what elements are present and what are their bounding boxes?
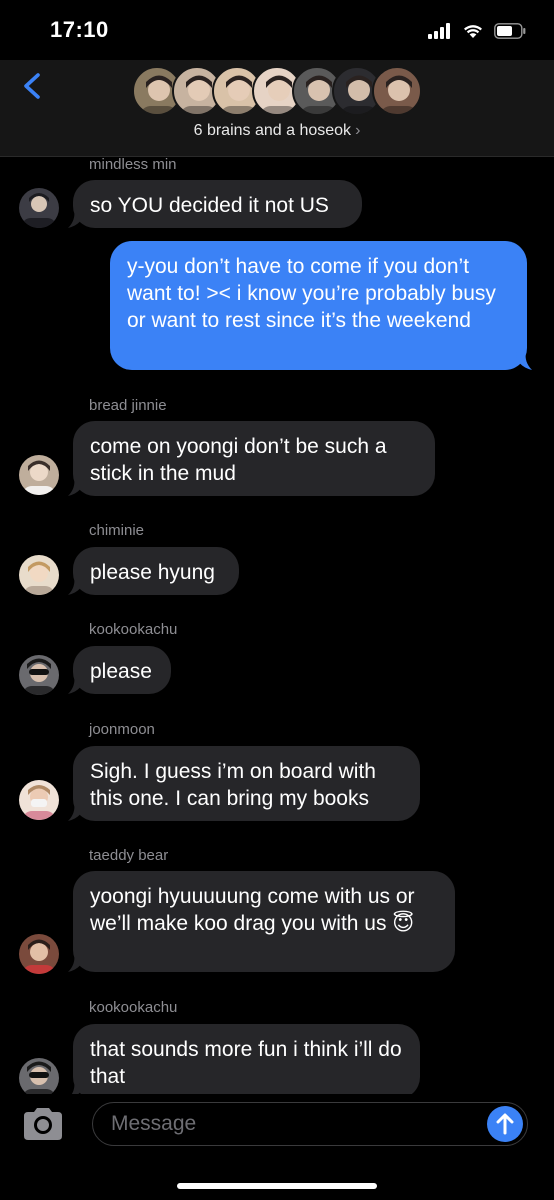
incoming-message-bubble[interactable]: so YOU decided it not US [68, 180, 362, 228]
send-button[interactable] [487, 1106, 523, 1142]
sender-name: chiminie [89, 522, 145, 539]
incoming-message-bubble[interactable]: please hyung [68, 547, 239, 595]
sender-name: mindless min [89, 156, 177, 173]
message-text: Sigh. I guess i’m on board with this one… [90, 760, 376, 810]
arrow-up-icon [496, 1113, 514, 1135]
message-text: come on yoongi don’t be such a stick in … [90, 435, 387, 485]
sender-name: kookookachu [89, 999, 178, 1016]
incoming-message-bubble[interactable]: Sigh. I guess i’m on board with this one… [68, 746, 420, 821]
status-bar: 17:10 [0, 0, 554, 60]
sender-name: taeddy bear [89, 847, 169, 864]
avatar [19, 455, 59, 495]
incoming-message-bubble[interactable]: that sounds more fun i think i’ll do tha… [68, 1024, 420, 1099]
avatar [19, 555, 59, 595]
camera-button[interactable] [20, 1106, 66, 1142]
chevron-right-icon: › [355, 122, 361, 139]
group-avatars[interactable] [132, 66, 424, 118]
group-title[interactable]: 6 brains and a hoseok › [0, 122, 554, 140]
message-text: please hyung [90, 561, 215, 584]
avatar [19, 188, 59, 228]
message-text: please [90, 660, 152, 683]
sender-name: joonmoon [89, 721, 155, 738]
incoming-message-bubble[interactable]: please [68, 646, 171, 694]
chevron-left-icon [24, 73, 40, 99]
status-icons [428, 21, 526, 41]
wifi-icon [464, 25, 482, 38]
home-indicator [177, 1183, 377, 1189]
incoming-message-bubble[interactable]: come on yoongi don’t be such a stick in … [68, 421, 435, 496]
message-text: that sounds more fun i think i’ll do tha… [90, 1038, 402, 1088]
cellular-signal-icon [428, 23, 450, 39]
sender-name: bread jinnie [89, 397, 167, 414]
message-input[interactable] [92, 1102, 528, 1146]
message-text: y-you don’t have to come if you don’t wa… [127, 255, 496, 332]
avatar [19, 780, 59, 820]
camera-icon [24, 1108, 62, 1140]
conversation-header: 6 brains and a hoseok › [0, 60, 554, 157]
message-text: so YOU decided it not US [90, 194, 329, 217]
avatar [19, 1058, 59, 1098]
avatar [19, 655, 59, 695]
incoming-message-bubble[interactable]: yoongi hyuuuuung come with us or we’ll m… [68, 871, 455, 972]
compose-bar [0, 1094, 554, 1200]
group-name: 6 brains and a hoseok [193, 122, 352, 139]
battery-icon [494, 23, 526, 39]
status-time: 17:10 [50, 17, 109, 42]
sender-name: kookookachu [89, 621, 178, 638]
outgoing-message-bubble[interactable]: y-you don’t have to come if you don’t wa… [110, 241, 532, 370]
back-button[interactable] [16, 66, 50, 106]
message-text: yoongi hyuuuuung come with us or we’ll m… [90, 885, 415, 935]
group-member-avatar [372, 66, 422, 116]
avatar [19, 934, 59, 974]
